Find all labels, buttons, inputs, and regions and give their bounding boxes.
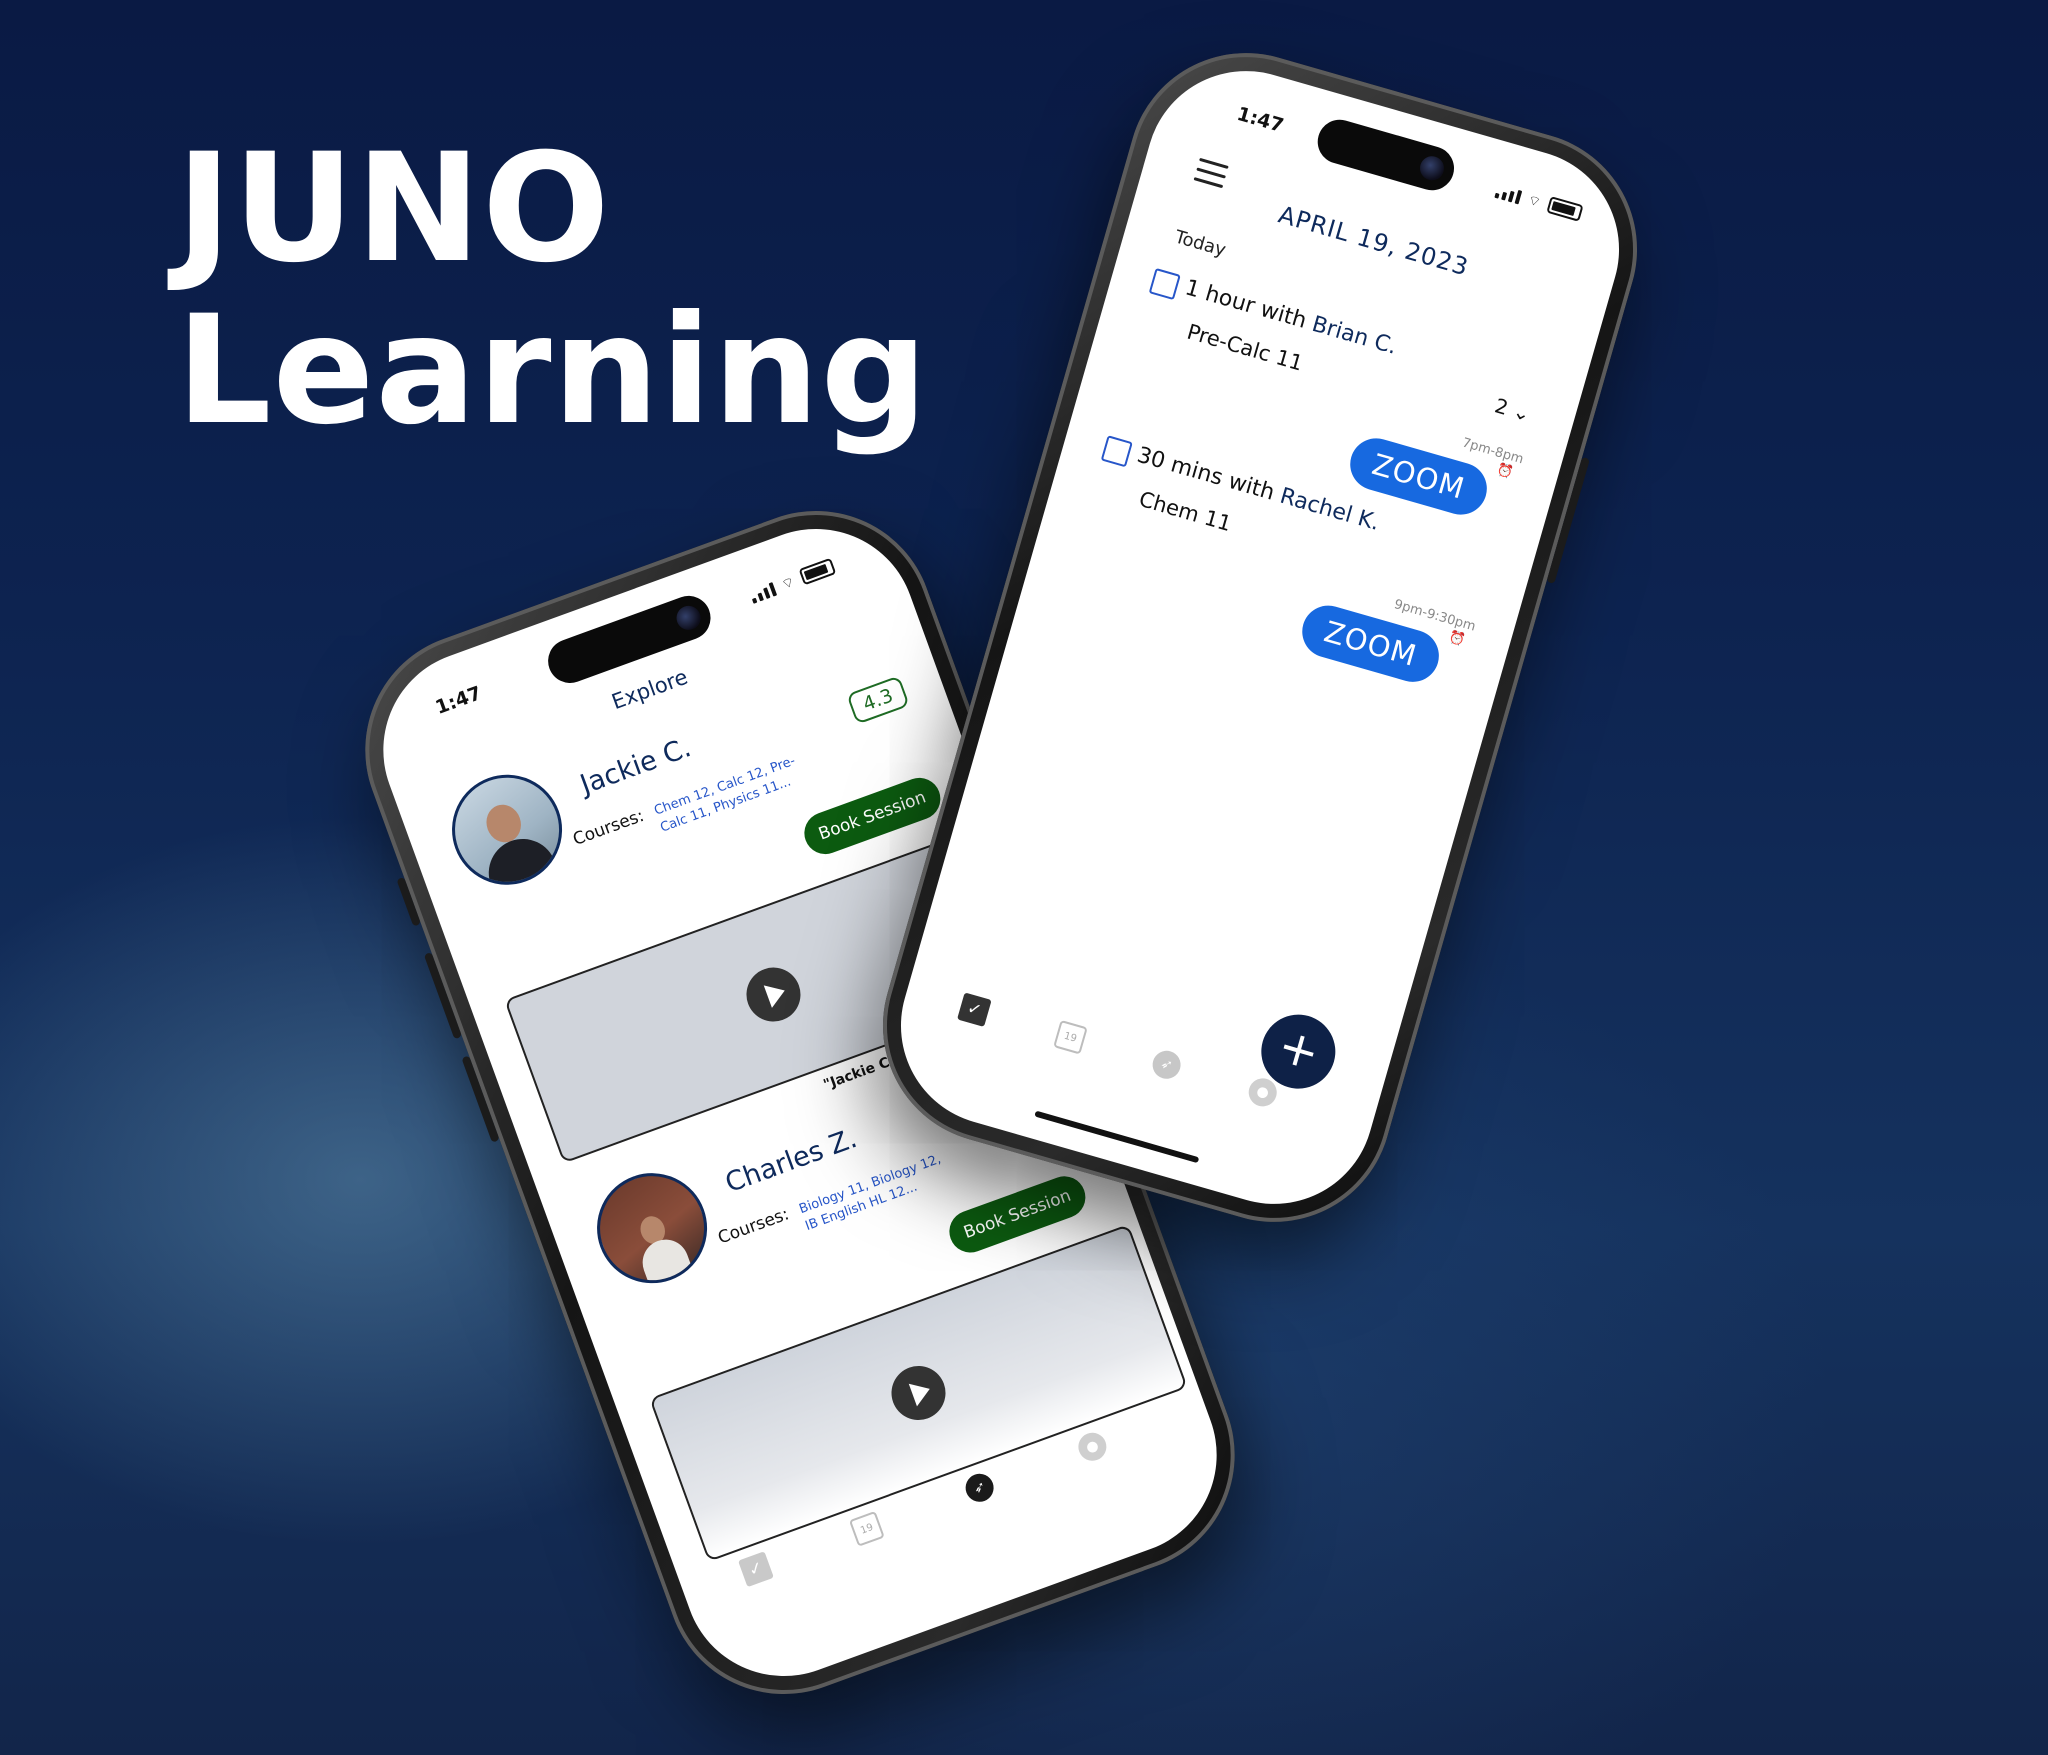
tasks-tab-icon[interactable]: ✓ [957, 992, 992, 1027]
hero-title-line1: JUNO [176, 122, 611, 296]
wifi-icon: ⌔ [1525, 192, 1543, 212]
play-icon[interactable] [738, 959, 809, 1030]
session-time: 7pm-8pm [1460, 435, 1526, 468]
signal-icon [749, 582, 777, 604]
session-checkbox[interactable] [1100, 435, 1133, 468]
hero-title: JUNO Learning [176, 128, 929, 452]
courses-label: Courses: [715, 1204, 792, 1249]
camera-icon [1417, 153, 1447, 184]
tutor-name[interactable]: Jackie C. [576, 732, 695, 801]
session-count: 2 [1492, 393, 1511, 420]
calendar-tab-icon[interactable]: 19 [1053, 1019, 1088, 1055]
alarm-icon[interactable]: ⏰ [1447, 629, 1467, 648]
dynamic-island [1312, 114, 1460, 196]
phone-mute-switch [396, 876, 422, 927]
rating-badge: 4.3 [846, 675, 910, 725]
status-time: 1:47 [1234, 102, 1287, 138]
session-checkbox[interactable] [1148, 267, 1181, 301]
wifi-icon: ⌔ [779, 573, 798, 594]
schedule-screen: 1:47 ⌔ APRIL 19, 2023 Today 1 hour with … [877, 47, 1643, 1228]
alarm-icon[interactable]: ⏰ [1495, 462, 1515, 481]
schedule-phone: 1:47 ⌔ APRIL 19, 2023 Today 1 hour with … [855, 25, 1665, 1250]
status-time: 1:47 [432, 682, 485, 719]
session-tutor[interactable]: Rachel K. [1277, 484, 1382, 536]
home-indicator[interactable] [1034, 1110, 1200, 1164]
session-tutor[interactable]: Brian C. [1309, 312, 1400, 360]
section-label: Today [1172, 226, 1229, 262]
chevron-down-icon: ⌄ [1510, 398, 1534, 427]
battery-icon [1546, 196, 1584, 222]
avatar-shoulders [479, 829, 561, 900]
hero-title-line2: Learning [176, 284, 929, 458]
avatar-shoulders [636, 1233, 697, 1296]
signal-icon [1494, 184, 1523, 205]
session-count-dropdown[interactable]: 2 ⌄ [1492, 393, 1533, 426]
battery-icon [798, 557, 837, 586]
session-course: Chem 11 [1136, 486, 1235, 537]
status-icons: ⌔ [1494, 181, 1584, 222]
camera-icon [673, 602, 704, 634]
play-icon[interactable] [883, 1358, 954, 1428]
status-icons: ⌔ [748, 557, 837, 604]
tutor-avatar[interactable] [436, 759, 578, 901]
courses-label: Courses: [570, 805, 647, 850]
explore-tab-icon[interactable]: ➶ [1149, 1047, 1184, 1083]
